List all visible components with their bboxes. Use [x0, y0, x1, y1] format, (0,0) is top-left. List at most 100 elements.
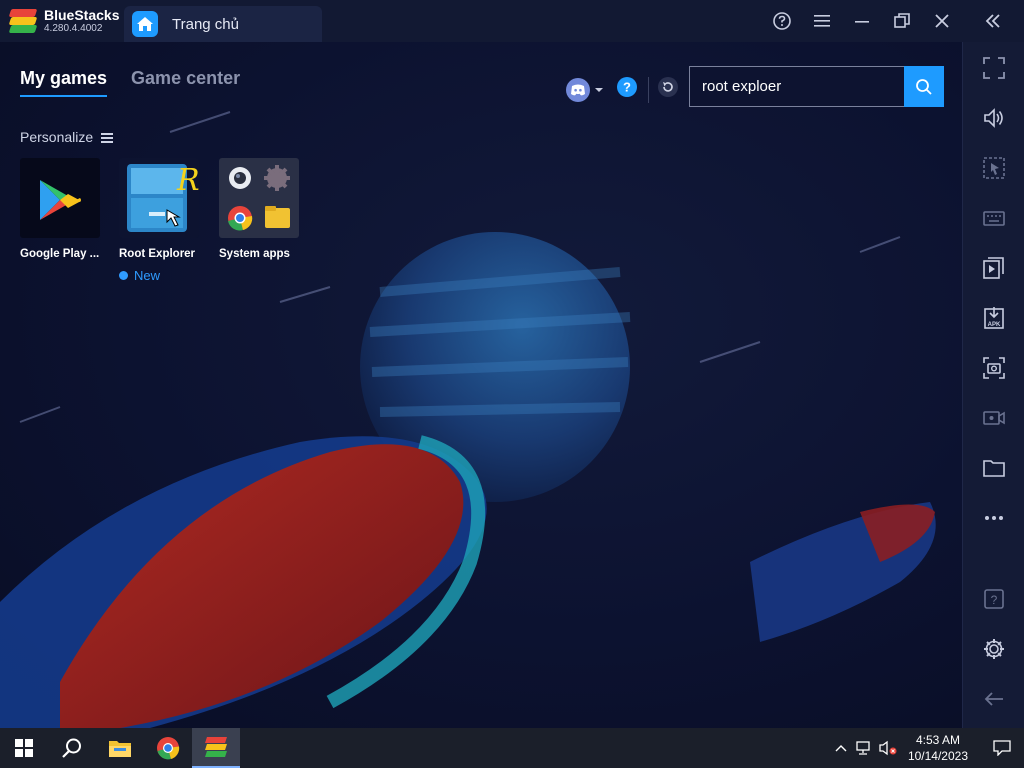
search-icon — [62, 738, 81, 758]
keyboard-icon — [983, 211, 1005, 226]
start-button[interactable] — [0, 728, 48, 768]
fullscreen-icon — [983, 57, 1005, 79]
clock[interactable]: 4:53 AM 10/14/2023 — [908, 732, 968, 764]
chrome-button[interactable] — [144, 728, 192, 768]
chevron-down-icon — [595, 87, 603, 92]
refresh-icon — [658, 77, 678, 97]
search-icon — [916, 78, 932, 95]
install-apk-button[interactable]: APK — [977, 301, 1011, 335]
volume-button[interactable] — [977, 101, 1011, 135]
clock-date: 10/14/2023 — [907, 749, 968, 763]
app-label: System apps — [219, 248, 290, 260]
dot-icon — [119, 271, 128, 280]
tab-game-center[interactable]: Game center — [131, 68, 240, 97]
folder-icon — [983, 460, 1005, 477]
back-button[interactable] — [977, 682, 1011, 716]
right-toolbar: APK ? — [962, 42, 1024, 728]
collapse-sidebar-button[interactable] — [962, 0, 1024, 42]
notification-icon — [993, 740, 1011, 756]
record-icon — [983, 411, 1005, 425]
close-icon — [935, 14, 949, 28]
svg-text:?: ? — [991, 593, 998, 607]
show-hidden-icons-button[interactable] — [830, 744, 852, 752]
tab-my-games[interactable]: My games — [20, 68, 108, 97]
discord-button[interactable] — [566, 77, 604, 102]
divider — [648, 76, 649, 103]
pointer-lock-button[interactable] — [977, 151, 1011, 185]
help-bubble-button[interactable]: ? — [616, 76, 638, 103]
app-tile-google-play[interactable]: Google Play ... — [20, 158, 104, 260]
windows-taskbar: 4:53 AM 10/14/2023 — [0, 728, 1024, 768]
svg-text:?: ? — [623, 80, 631, 95]
refresh-button[interactable] — [657, 76, 679, 103]
title-bar: BlueStacks 4.280.4.4002 Trang chủ — [0, 0, 1024, 42]
taskbar-search-button[interactable] — [48, 728, 96, 768]
file-explorer-button[interactable] — [96, 728, 144, 768]
app-tile-root-explorer[interactable]: R Root Explorer New — [119, 158, 203, 283]
folder-button[interactable] — [977, 451, 1011, 485]
restore-icon — [894, 13, 910, 28]
background-artwork — [0, 111, 936, 728]
screenshot-icon — [983, 357, 1005, 379]
settings-icon — [984, 639, 1004, 659]
volume-icon — [984, 108, 1003, 128]
chrome-icon — [157, 737, 180, 760]
discord-icon — [566, 77, 590, 102]
help-icon: ? — [984, 589, 1004, 609]
notifications-button[interactable] — [980, 728, 1024, 768]
brand: BlueStacks 4.280.4.4002 — [0, 0, 124, 42]
file-explorer-icon — [109, 741, 131, 757]
tab-home[interactable]: Trang chủ — [124, 6, 322, 42]
record-button[interactable] — [977, 401, 1011, 435]
svg-text:R: R — [176, 163, 199, 198]
personalize-button[interactable]: Personalize — [20, 129, 114, 145]
screenshot-button[interactable] — [977, 351, 1011, 385]
pointer-lock-icon — [983, 157, 1005, 179]
clock-time: 4:53 AM — [915, 733, 960, 747]
back-arrow-icon — [984, 692, 1003, 706]
bluestacks-taskbar-button[interactable] — [192, 728, 240, 768]
app-label: Root Explorer — [119, 248, 196, 260]
google-play-icon — [20, 158, 100, 238]
search-input[interactable] — [689, 66, 904, 107]
volume-tray-button[interactable] — [876, 740, 900, 756]
minimize-icon — [855, 21, 869, 23]
svg-text:APK: APK — [988, 322, 1001, 328]
chevron-up-icon — [835, 745, 847, 752]
app-tile-system-apps[interactable]: System apps — [219, 158, 303, 260]
fullscreen-button[interactable] — [977, 51, 1011, 85]
top-tools: ? — [566, 76, 679, 103]
keyboard-button[interactable] — [977, 201, 1011, 235]
double-chevron-left-icon — [985, 14, 1000, 28]
app-label: Google Play ... — [20, 248, 100, 260]
question-circle-icon — [773, 12, 791, 30]
network-icon — [856, 741, 870, 755]
close-button[interactable] — [922, 0, 962, 42]
help-button[interactable] — [762, 0, 802, 42]
sliders-icon — [101, 132, 114, 143]
media-manager-button[interactable] — [977, 251, 1011, 285]
minimize-button[interactable] — [842, 0, 882, 42]
restore-button[interactable] — [882, 0, 922, 42]
help-sidebar-button[interactable]: ? — [977, 582, 1011, 616]
root-explorer-icon: R — [119, 158, 199, 238]
more-icon — [985, 516, 1003, 520]
nav-tabs: My games Game center — [20, 68, 240, 97]
search-button[interactable] — [904, 66, 944, 107]
app-name: BlueStacks — [44, 7, 120, 23]
settings-button[interactable] — [977, 632, 1011, 666]
system-apps-folder-icon — [219, 158, 299, 238]
bluestacks-icon — [204, 736, 228, 758]
app-version: 4.280.4.4002 — [44, 23, 103, 34]
menu-button[interactable] — [802, 0, 842, 42]
more-button[interactable] — [977, 501, 1011, 535]
search-bar — [689, 66, 944, 107]
new-badge: New — [119, 268, 203, 283]
tab-label: Trang chủ — [172, 15, 239, 33]
home-icon — [132, 11, 158, 37]
network-button[interactable] — [852, 740, 876, 756]
help-circle-icon: ? — [617, 77, 637, 97]
windows-start-icon — [15, 739, 33, 757]
new-badge-label: New — [134, 268, 161, 283]
install-apk-icon: APK — [984, 307, 1004, 329]
